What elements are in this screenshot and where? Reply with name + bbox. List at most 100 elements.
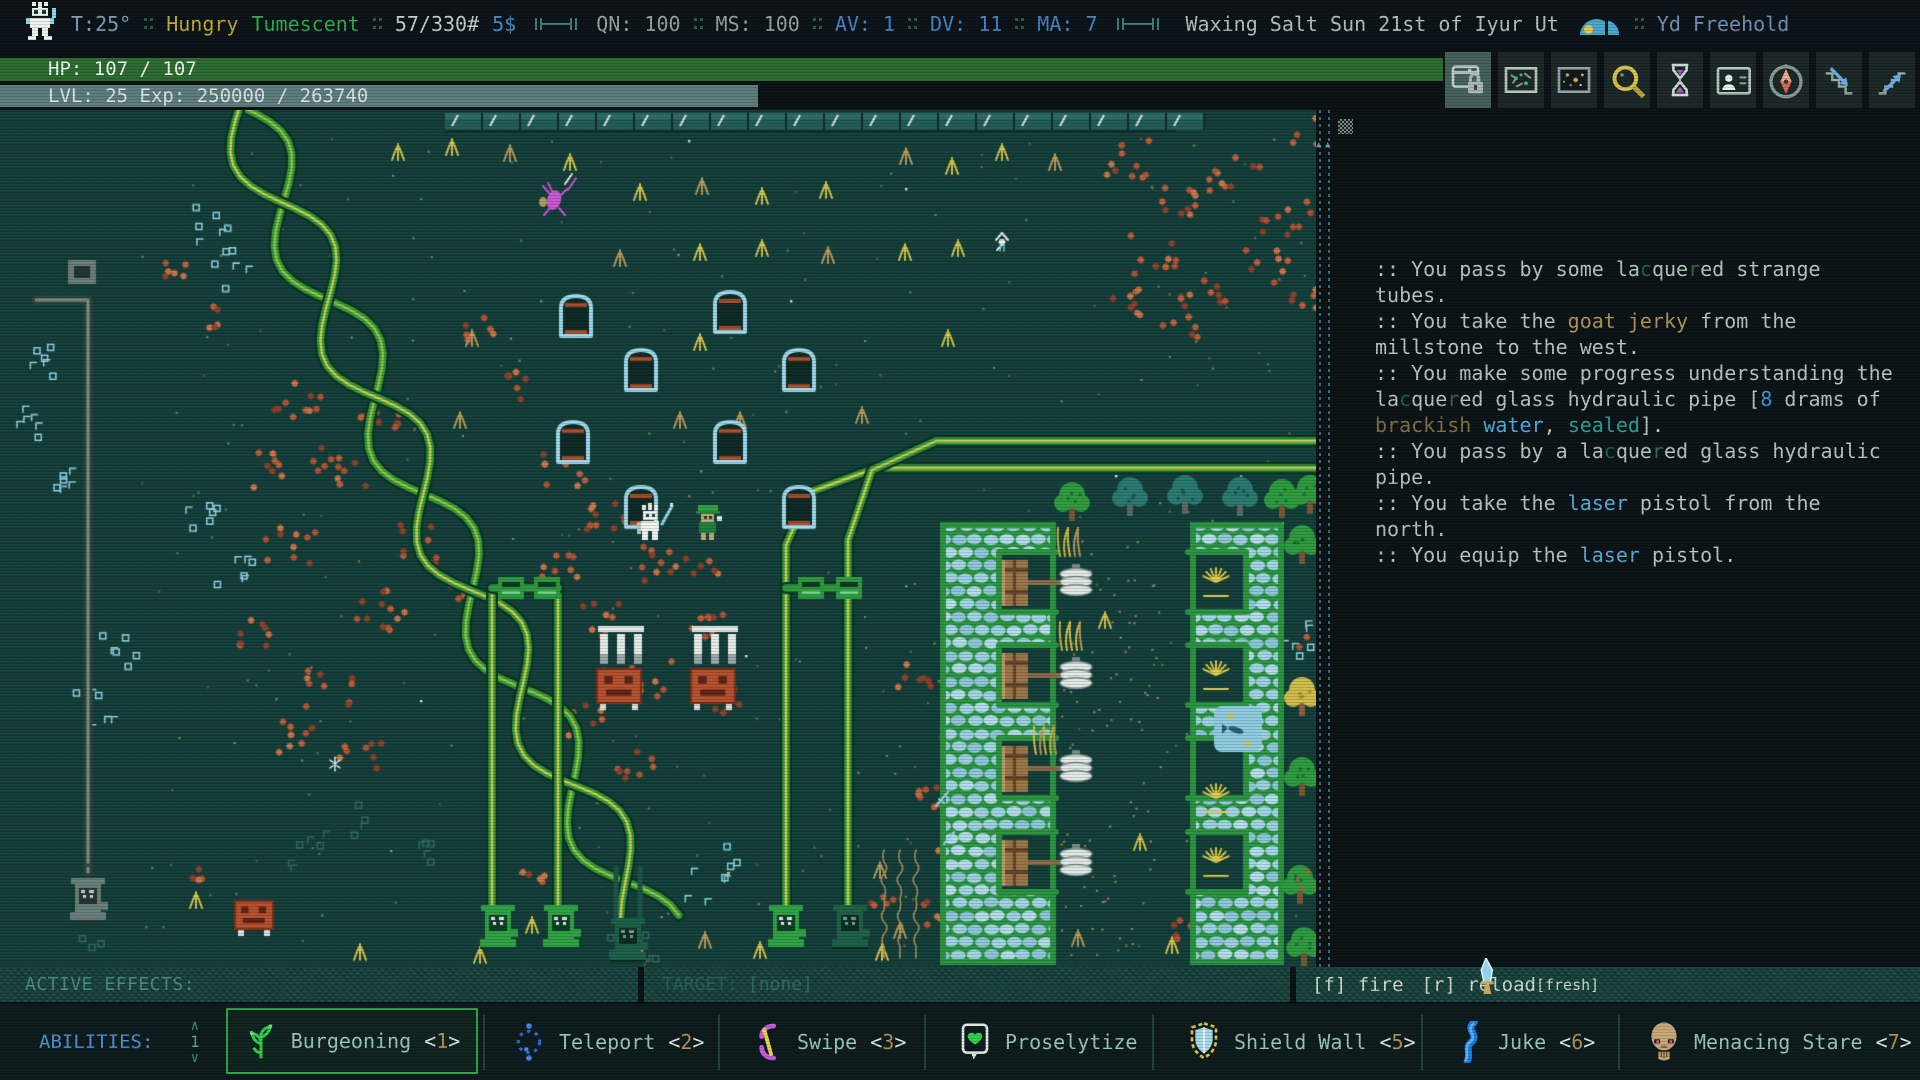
rest-icon — [1660, 60, 1700, 100]
separator-icon — [373, 18, 382, 30]
mental-armor-stat: MA: 7 — [1037, 12, 1097, 36]
scroll-up-icon[interactable]: ▲ — [1316, 140, 1321, 150]
ability-label: Swipe — [797, 1030, 857, 1054]
ability-swipe[interactable]: Swipe <3> — [750, 1004, 906, 1080]
mouse-cursor-icon — [1474, 958, 1500, 998]
ability-divider — [718, 1014, 720, 1070]
target-value: [none] — [748, 974, 813, 995]
message-log-panel: ▲ ▲ :: You pass by some lacquered strang… — [1316, 110, 1920, 967]
log-message: :: You pass by a lacquered glass hydraul… — [1375, 438, 1893, 490]
game-map[interactable] — [0, 110, 1316, 967]
armor-stat: AV: 1 — [835, 12, 895, 36]
separator-icon — [908, 18, 917, 30]
character-sheet-icon — [1713, 60, 1753, 100]
ability-hotkey: <7> — [1876, 1030, 1912, 1054]
xp-bar: LVL: 25 Exp: 250000 / 263740 — [0, 85, 758, 107]
character-sheet-button[interactable] — [1710, 52, 1756, 108]
stairs-up-icon — [1872, 60, 1912, 100]
divider-slider-icon — [533, 15, 579, 33]
weapon-hint-bar: [f] fire [r] reload[fresh] — [1296, 967, 1920, 1002]
active-effects-label: ACTIVE EFFECTS: — [25, 974, 195, 995]
world-map-button[interactable] — [1498, 52, 1544, 108]
hp-bar: HP: 107 / 107 — [0, 58, 1443, 81]
stairs-up-button[interactable] — [1869, 52, 1915, 108]
sprout-icon — [244, 1021, 278, 1061]
log-message: :: You take the laser pistol from the no… — [1375, 490, 1893, 542]
log-scroll-track[interactable] — [1319, 110, 1321, 967]
separator-icon — [144, 18, 153, 30]
ability-teleport[interactable]: Teleport <2> — [512, 1004, 704, 1080]
juke-icon — [1455, 1021, 1485, 1063]
status-bar: T:25° Hungry Tumescent 57/330# 5$ QN: 10… — [0, 0, 1920, 48]
ability-label: Burgeoning — [291, 1029, 411, 1053]
reload-status-badge: [fresh] — [1536, 976, 1599, 994]
target-label: TARGET: — [662, 974, 738, 995]
ability-burgeoning[interactable]: Burgeoning <1> — [226, 1008, 478, 1074]
dodge-stat: DV: 11 — [930, 12, 1002, 36]
ability-hotkey: <6> — [1559, 1030, 1595, 1054]
ability-label: Proselytize — [1005, 1030, 1137, 1054]
abilities-pager: ∧ 1 ∨ — [190, 1006, 200, 1078]
compass-button[interactable] — [1763, 52, 1809, 108]
ability-juke[interactable]: Juke <6> — [1455, 1004, 1595, 1080]
stare-icon — [1647, 1021, 1681, 1063]
look-icon — [1607, 60, 1647, 100]
shield-icon — [1187, 1022, 1221, 1062]
scroll-up-icon[interactable]: ▲ — [1325, 140, 1330, 150]
fire-hint[interactable]: [f] fire — [1312, 974, 1404, 996]
move-speed-stat: MS: 100 — [716, 12, 800, 36]
ability-menacing-stare[interactable]: Menacing Stare <7> — [1647, 1004, 1912, 1080]
active-effects-bar: ACTIVE EFFECTS: — [0, 967, 638, 1002]
ability-hotkey: <3> — [870, 1030, 906, 1054]
player-sprite-icon — [24, 2, 58, 46]
separator-icon — [694, 18, 703, 30]
celestial-chart-button[interactable] — [1551, 52, 1597, 108]
quickness-stat: QN: 100 — [596, 12, 680, 36]
stairs-down-button[interactable] — [1816, 52, 1862, 108]
game-date: Waxing Salt Sun 21st of Iyur Ut — [1186, 12, 1559, 36]
abilities-bar: ABILITIES: ∧ 1 ∨ Burgeoning <1> Teleport <2… — [0, 1002, 1920, 1080]
rest-button[interactable] — [1657, 52, 1703, 108]
hunger-status: Hungry — [166, 12, 238, 36]
ability-divider — [483, 1014, 485, 1070]
teleport-icon — [512, 1022, 546, 1062]
hp-label: HP: 107 / 107 — [48, 58, 197, 80]
ability-divider — [1421, 1014, 1423, 1070]
ability-hotkey: <1> — [424, 1029, 460, 1053]
log-message: :: You equip the laser pistol. — [1375, 542, 1893, 568]
look-button[interactable] — [1604, 52, 1650, 108]
money: 5$ — [492, 12, 516, 36]
abilities-label: ABILITIES: — [39, 1004, 153, 1080]
ability-label: Juke — [1498, 1030, 1546, 1054]
proselytize-icon — [958, 1022, 992, 1062]
moon-phase-icon — [1578, 9, 1622, 39]
log-scroll-track[interactable] — [1328, 110, 1330, 967]
message-log[interactable]: :: You pass by some lacquered strange tu… — [1375, 256, 1893, 568]
body-status: Tumescent — [251, 12, 359, 36]
page-number: 1 — [190, 1034, 200, 1050]
ability-label: Shield Wall — [1234, 1030, 1366, 1054]
location-name: Yd Freehold — [1657, 12, 1789, 36]
page-down-icon[interactable]: ∨ — [191, 1050, 199, 1066]
celestial-chart-icon — [1554, 60, 1594, 100]
ability-label: Teleport — [559, 1030, 655, 1054]
swipe-icon — [750, 1022, 784, 1062]
ability-hotkey: <2> — [668, 1030, 704, 1054]
separator-icon — [1015, 18, 1024, 30]
carry-weight: 57/330# — [395, 12, 479, 36]
target-bar: TARGET: [none] — [644, 967, 1290, 1002]
ability-label: Menacing Stare — [1694, 1030, 1863, 1054]
ability-shield-wall[interactable]: Shield Wall <5> — [1187, 1004, 1416, 1080]
separator-icon — [1635, 18, 1644, 30]
separator-icon — [813, 18, 822, 30]
log-message: :: You make some progress understanding … — [1375, 360, 1893, 438]
compass-icon — [1766, 60, 1806, 100]
log-scrollbar-thumb[interactable] — [1338, 119, 1353, 134]
interface-lock-button[interactable] — [1445, 52, 1491, 108]
ability-divider — [1152, 1014, 1154, 1070]
xp-label: LVL: 25 Exp: 250000 / 263740 — [48, 85, 368, 107]
ability-divider — [924, 1014, 926, 1070]
ability-proselytize[interactable]: Proselytize — [958, 1004, 1137, 1080]
log-message: :: You pass by some lacquered strange tu… — [1375, 256, 1893, 308]
ability-hotkey: <5> — [1379, 1030, 1415, 1054]
